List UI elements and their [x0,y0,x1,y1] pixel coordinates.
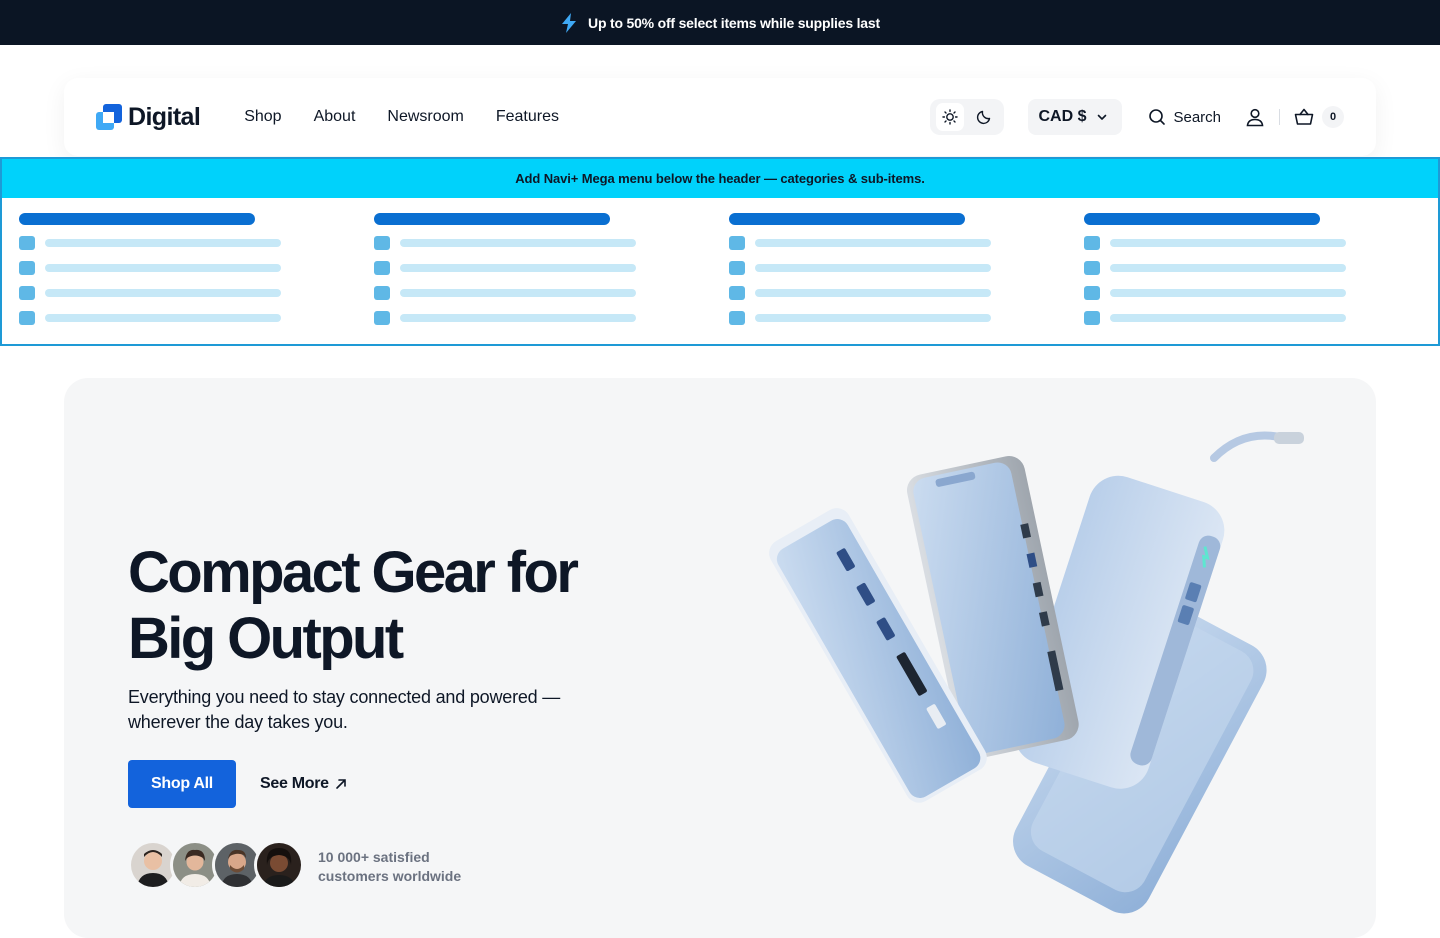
mega-column-title-placeholder [19,213,255,225]
cart-count-badge: 0 [1322,106,1344,128]
hero-title-line-1: Compact Gear for [128,540,579,605]
site-header: Digital Shop About Newsroom Features CAD… [64,78,1376,156]
mega-item-placeholder[interactable] [1084,286,1346,300]
nav-features[interactable]: Features [496,108,559,126]
mega-item-placeholder[interactable] [19,286,281,300]
nav-newsroom[interactable]: Newsroom [387,108,463,126]
mega-menu-columns [2,198,1438,344]
hero-subtitle: Everything you need to stay connected an… [128,687,561,732]
customer-avatars [128,840,304,890]
hero-title-line-2: Big Output [128,606,404,671]
user-icon [1246,108,1264,127]
mega-column [1084,213,1346,325]
mega-menu-placeholder: Add Navi+ Mega menu below the header — c… [0,157,1440,346]
logo-icon [96,104,122,130]
mega-item-placeholder[interactable] [374,286,636,300]
moon-icon [977,110,991,125]
see-more-link[interactable]: See More [260,760,347,808]
search-button[interactable]: Search [1148,108,1221,126]
mega-item-placeholder[interactable] [729,236,991,250]
arrow-up-right-icon [335,779,346,789]
header-actions: CAD $ Search 0 [930,99,1344,135]
currency-selector[interactable]: CAD $ [1028,99,1123,135]
avatar [254,840,304,890]
main-nav: Shop About Newsroom Features [244,108,559,126]
search-icon [1149,109,1166,125]
chevron-down-icon [1098,114,1107,120]
mega-item-placeholder[interactable] [374,311,636,325]
mega-item-placeholder[interactable] [374,261,636,275]
theme-toggle [930,99,1005,135]
mega-column-title-placeholder [729,213,965,225]
logo-text: Digital [128,102,201,131]
nav-about[interactable]: About [314,108,356,126]
see-more-label: See More [260,775,329,792]
account-button[interactable] [1245,107,1265,127]
logo[interactable]: Digital [96,102,201,132]
currency-label: CAD $ [1038,108,1087,125]
mega-column [729,213,991,325]
mega-item-placeholder[interactable] [729,311,991,325]
announcement-bar: Up to 50% off select items while supplie… [0,0,1440,45]
cart-icon [1294,108,1314,125]
mega-item-placeholder[interactable] [729,261,991,275]
lightning-bolt-icon [562,12,577,33]
mega-item-placeholder[interactable] [1084,261,1346,275]
dark-mode-button[interactable] [970,103,998,131]
mega-item-placeholder[interactable] [1084,236,1346,250]
product-image [769,431,1304,914]
mega-item-placeholder[interactable] [729,286,991,300]
mega-column-title-placeholder [1084,213,1320,225]
shop-all-button[interactable]: Shop All [128,760,236,808]
announcement-text: Up to 50% off select items while supplie… [588,14,880,31]
social-proof: 10 000+ satisfied customers worldwide [318,848,478,886]
mega-column-title-placeholder [374,213,610,225]
mega-item-placeholder[interactable] [374,236,636,250]
mega-item-placeholder[interactable] [1084,311,1346,325]
nav-shop[interactable]: Shop [244,108,281,126]
light-mode-button[interactable] [936,103,965,131]
mega-item-placeholder[interactable] [19,236,281,250]
social-proof-line-1: 10 000+ satisfied [318,849,430,865]
divider [1279,109,1280,125]
mega-menu-banner: Add Navi+ Mega menu below the header — c… [2,159,1438,198]
search-label: Search [1173,108,1221,126]
hero-title: Compact Gear for Big Output [128,540,648,672]
cart-button[interactable]: 0 [1294,106,1344,128]
mega-item-placeholder[interactable] [19,311,281,325]
hero-section: Compact Gear for Big Output Everything y… [64,378,1376,938]
social-proof-line-2: customers worldwide [318,868,462,884]
mega-column [374,213,636,325]
mega-column [19,213,281,325]
sun-icon [942,109,959,125]
mega-item-placeholder[interactable] [19,261,281,275]
